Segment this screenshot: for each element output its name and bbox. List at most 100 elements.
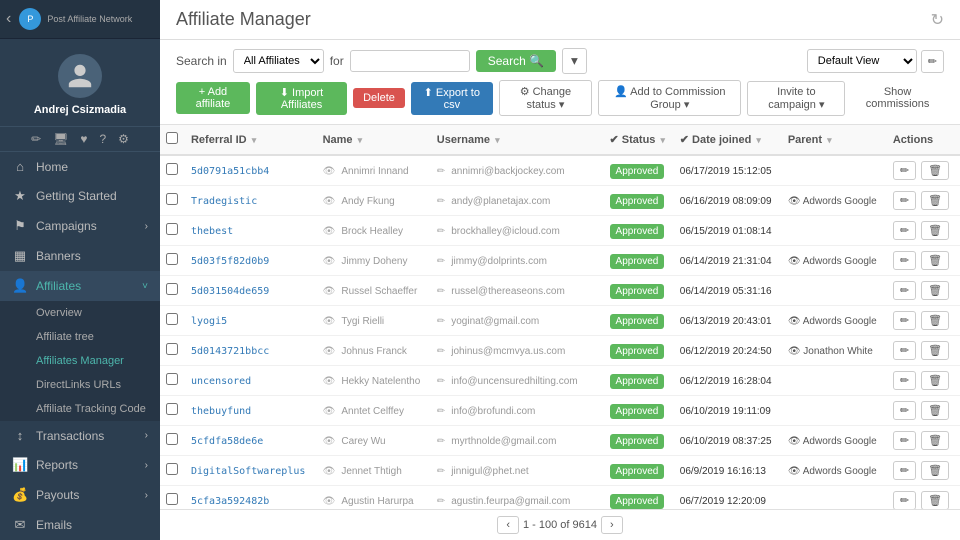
sidebar-item-payouts[interactable]: 💰 Payouts › [0,480,160,510]
delete-button[interactable]: Delete [353,88,405,108]
heart-icon[interactable]: ♥ [80,132,87,146]
delete-affiliate-button[interactable]: 🗑 [921,161,949,180]
row-checkbox[interactable] [160,336,185,366]
col-username[interactable]: Username ▾ [431,125,604,155]
change-status-button[interactable]: ⚙ Change status ▾ [499,80,592,116]
row-checkbox[interactable] [160,246,185,276]
delete-affiliate-button[interactable]: 🗑 [921,311,949,330]
row-username: ✏ yoginat@gmail.com [431,306,604,336]
sidebar-back-btn[interactable]: ‹ [6,10,11,28]
edit-affiliate-button[interactable]: ✏ [893,371,916,390]
edit-affiliate-button[interactable]: ✏ [893,281,916,300]
select-all-checkbox[interactable] [166,132,178,144]
delete-affiliate-button[interactable]: 🗑 [921,461,949,480]
search-input[interactable] [350,50,470,72]
row-username: ✏ info@uncensuredhilting.com [431,366,604,396]
row-checkbox[interactable] [160,396,185,426]
sidebar-item-affiliates-manager[interactable]: Affiliates Manager [0,349,160,373]
add-affiliate-button[interactable]: + Add affiliate [176,82,250,114]
col-name[interactable]: Name ▾ [317,125,431,155]
sidebar-item-label: Home [36,160,68,174]
sidebar-item-emails[interactable]: ✉ Emails [0,510,160,540]
row-actions: ✏ 🗑 [887,246,960,276]
sidebar-item-affiliate-tracking-code[interactable]: Affiliate Tracking Code [0,397,160,421]
row-date-joined: 06/14/2019 05:31:16 [674,276,782,306]
col-parent[interactable]: Parent ▾ [782,125,887,155]
edit-affiliate-button[interactable]: ✏ [893,491,916,509]
help-icon[interactable]: ? [99,132,106,146]
delete-affiliate-button[interactable]: 🗑 [921,221,949,240]
row-checkbox[interactable] [160,306,185,336]
toolbar-row-1: Search in All Affiliates for Search 🔍 ▾ … [176,48,944,74]
chevron-down-icon: ˅ [142,281,148,292]
sidebar-item-banners[interactable]: ▦ Banners [0,241,160,271]
row-username: ✏ info@brofundi.com [431,396,604,426]
edit-affiliate-button[interactable]: ✏ [893,311,916,330]
edit-affiliate-button[interactable]: ✏ [893,161,916,180]
sidebar-item-directlinks-urls[interactable]: DirectLinks URLs [0,373,160,397]
export-csv-button[interactable]: ⬆ Export to csv [411,82,493,115]
row-actions: ✏ 🗑 [887,396,960,426]
col-referral-id[interactable]: Referral ID ▾ [185,125,317,155]
row-checkbox[interactable] [160,456,185,486]
import-affiliates-button[interactable]: ⬇ Import Affiliates [256,82,347,115]
sidebar-item-campaigns[interactable]: ⚑ Campaigns › [0,211,160,241]
col-date-joined[interactable]: ✔ Date joined ▾ [674,125,782,155]
delete-affiliate-button[interactable]: 🗑 [921,431,949,450]
row-name: 👁 Jennet Thtigh [317,456,431,486]
row-actions: ✏ 🗑 [887,306,960,336]
row-parent: 👁 Adwords Google [782,456,887,486]
row-username: ✏ russel@thereaseons.com [431,276,604,306]
add-commission-group-button[interactable]: 👤 Add to Commission Group ▾ [598,80,741,116]
edit-affiliate-button[interactable]: ✏ [893,341,916,360]
sidebar-item-affiliate-tree[interactable]: Affiliate tree [0,325,160,349]
row-actions: ✏ 🗑 [887,426,960,456]
sidebar-item-overview[interactable]: Overview [0,301,160,325]
row-date-joined: 06/16/2019 08:09:09 [674,186,782,216]
edit-affiliate-button[interactable]: ✏ [893,191,916,210]
edit-affiliate-button[interactable]: ✏ [893,431,916,450]
sidebar: ‹ P Post Affiliate Network Andrej Csizma… [0,0,160,540]
row-checkbox[interactable] [160,216,185,246]
sidebar-item-reports[interactable]: 📊 Reports › [0,450,160,480]
delete-affiliate-button[interactable]: 🗑 [921,281,949,300]
view-select[interactable]: Default View [807,49,917,73]
filter-button[interactable]: ▾ [562,48,587,74]
next-page-button[interactable]: › [601,516,623,534]
row-checkbox[interactable] [160,155,185,186]
edit-affiliate-button[interactable]: ✏ [893,461,916,480]
delete-affiliate-button[interactable]: 🗑 [921,341,949,360]
edit-affiliate-button[interactable]: ✏ [893,401,916,420]
edit-profile-icon[interactable]: ✏ [31,132,41,146]
show-commissions-button[interactable]: Show commissions [851,82,944,114]
col-status[interactable]: ✔ Status ▾ [604,125,674,155]
col-actions: Actions [887,125,960,155]
edit-affiliate-button[interactable]: ✏ [893,221,916,240]
desktop-icon[interactable]: 🖥 [53,132,68,146]
delete-affiliate-button[interactable]: 🗑 [921,491,949,509]
row-checkbox[interactable] [160,426,185,456]
row-checkbox[interactable] [160,276,185,306]
table-row: 5d0791a51cbb4 👁 Annimri Innand ✏ annimri… [160,155,960,186]
row-checkbox[interactable] [160,186,185,216]
row-checkbox[interactable] [160,366,185,396]
row-checkbox[interactable] [160,486,185,510]
search-button[interactable]: Search 🔍 [476,50,556,72]
delete-affiliate-button[interactable]: 🗑 [921,251,949,270]
refresh-icon[interactable]: ↻ [931,10,944,30]
sidebar-logo-text: Post Affiliate Network [47,14,132,24]
delete-affiliate-button[interactable]: 🗑 [921,191,949,210]
delete-affiliate-button[interactable]: 🗑 [921,401,949,420]
invite-to-campaign-button[interactable]: Invite to campaign ▾ [747,81,845,116]
prev-page-button[interactable]: ‹ [497,516,519,534]
edit-view-button[interactable]: ✏ [921,50,944,73]
sidebar-item-getting-started[interactable]: ★ Getting Started [0,181,160,211]
sidebar-item-home[interactable]: ⌂ Home [0,152,160,181]
delete-affiliate-button[interactable]: 🗑 [921,371,949,390]
sidebar-item-affiliates[interactable]: 👤 Affiliates ˅ [0,271,160,301]
settings-icon[interactable]: ⚙ [118,132,129,146]
toolbar-row-2: + Add affiliate ⬇ Import Affiliates Dele… [176,80,944,116]
sidebar-item-transactions[interactable]: ↕ Transactions › [0,421,160,450]
edit-affiliate-button[interactable]: ✏ [893,251,916,270]
search-in-select[interactable]: All Affiliates [233,49,324,73]
